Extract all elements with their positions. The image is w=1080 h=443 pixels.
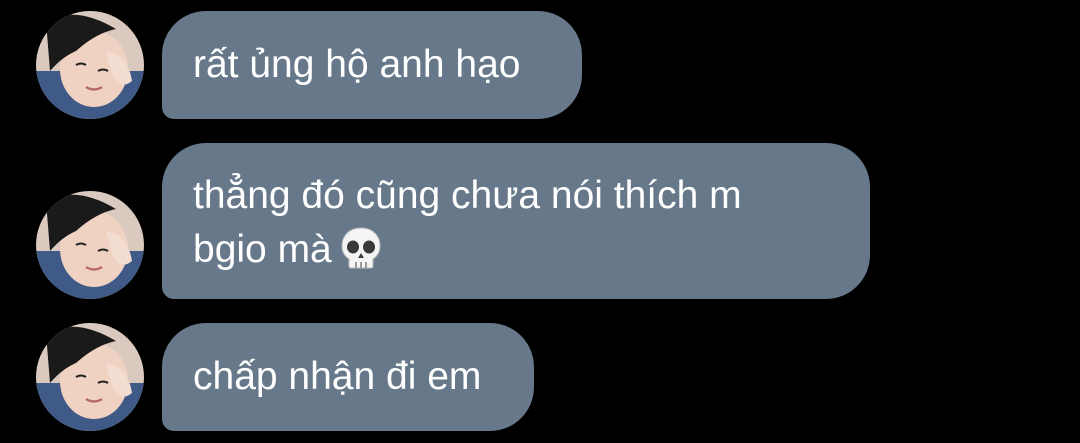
message-bubble[interactable]: chấp nhận đi em	[162, 323, 534, 431]
sender-avatar[interactable]	[36, 323, 144, 431]
skull-icon	[340, 226, 382, 270]
message-text: bgio mà	[193, 223, 870, 277]
message-bubble[interactable]: thẳng đó cũng chưa nói thích m bgio mà	[162, 143, 870, 299]
message-text-line-2: bgio mà	[193, 228, 332, 271]
sender-avatar[interactable]	[36, 11, 144, 119]
message-text: rất ủng hộ anh hạo	[193, 43, 521, 86]
message-bubble[interactable]: rất ủng hộ anh hạo	[162, 11, 582, 119]
message-text: thẳng đó cũng chưa nói thích m	[193, 174, 742, 217]
sender-avatar[interactable]	[36, 191, 144, 299]
message-text: chấp nhận đi em	[193, 355, 482, 398]
